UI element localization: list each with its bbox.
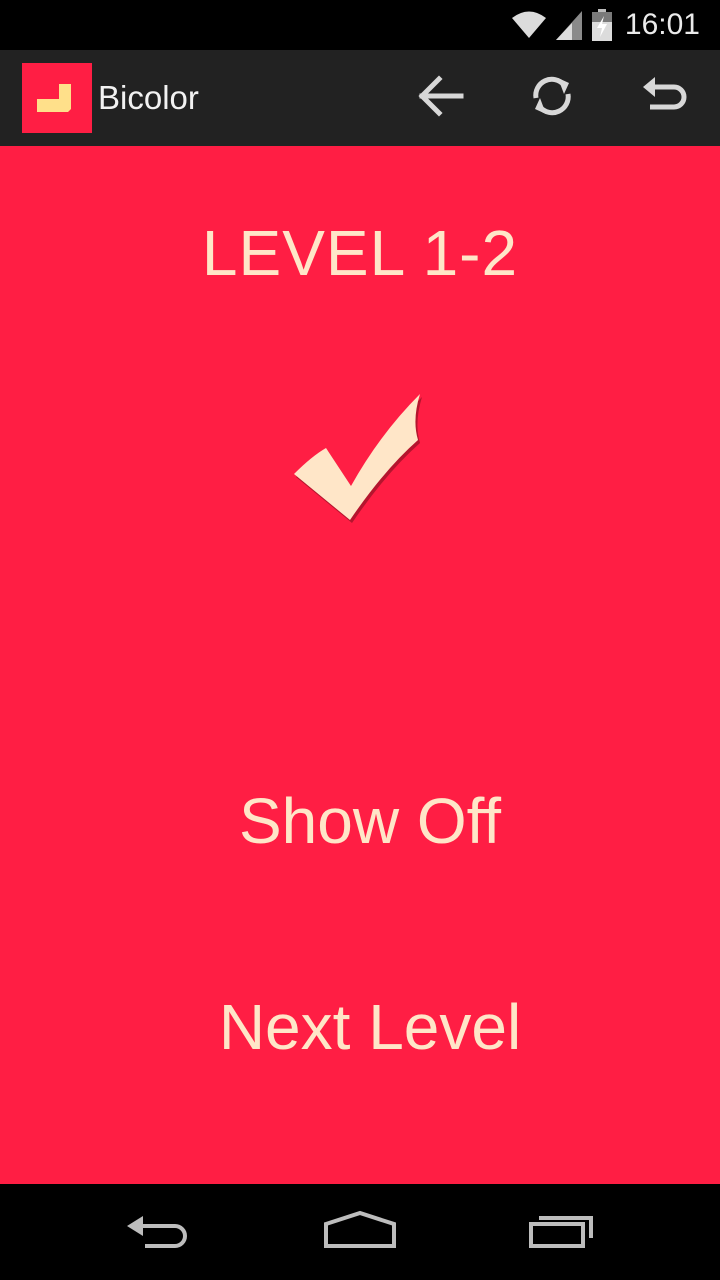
wifi-icon [511, 10, 547, 40]
next-level-button[interactable]: Next Level [160, 972, 580, 1082]
show-off-button[interactable]: Show Off [160, 766, 580, 876]
previous-level-button[interactable] [392, 50, 488, 146]
undo-icon [640, 75, 688, 121]
checkmark-icon [288, 390, 428, 524]
level-title: LEVEL 1-2 [201, 217, 519, 289]
status-bar: 16:01 [0, 0, 720, 50]
nav-home-button[interactable] [280, 1184, 440, 1280]
status-time: 16:01 [624, 8, 700, 41]
nav-home-icon [322, 1210, 398, 1254]
app-title: Bicolor [98, 79, 199, 116]
undo-button[interactable] [616, 50, 712, 146]
navigation-bar [0, 1184, 720, 1280]
restart-icon [528, 72, 576, 124]
nav-recents-icon [527, 1210, 597, 1254]
battery-charging-icon [591, 8, 613, 42]
restart-button[interactable] [504, 50, 600, 146]
status-icons: 16:01 [511, 0, 700, 50]
arrow-left-icon [415, 74, 465, 122]
nav-back-button[interactable] [80, 1184, 240, 1280]
action-bar: Bicolor [0, 50, 720, 146]
nav-recents-button[interactable] [482, 1184, 642, 1280]
app-logo-icon[interactable] [22, 63, 92, 133]
signal-icon [555, 9, 583, 41]
nav-back-icon [125, 1210, 195, 1254]
level-complete-panel: LEVEL 1-2 Show Off Next Level [0, 146, 720, 1184]
